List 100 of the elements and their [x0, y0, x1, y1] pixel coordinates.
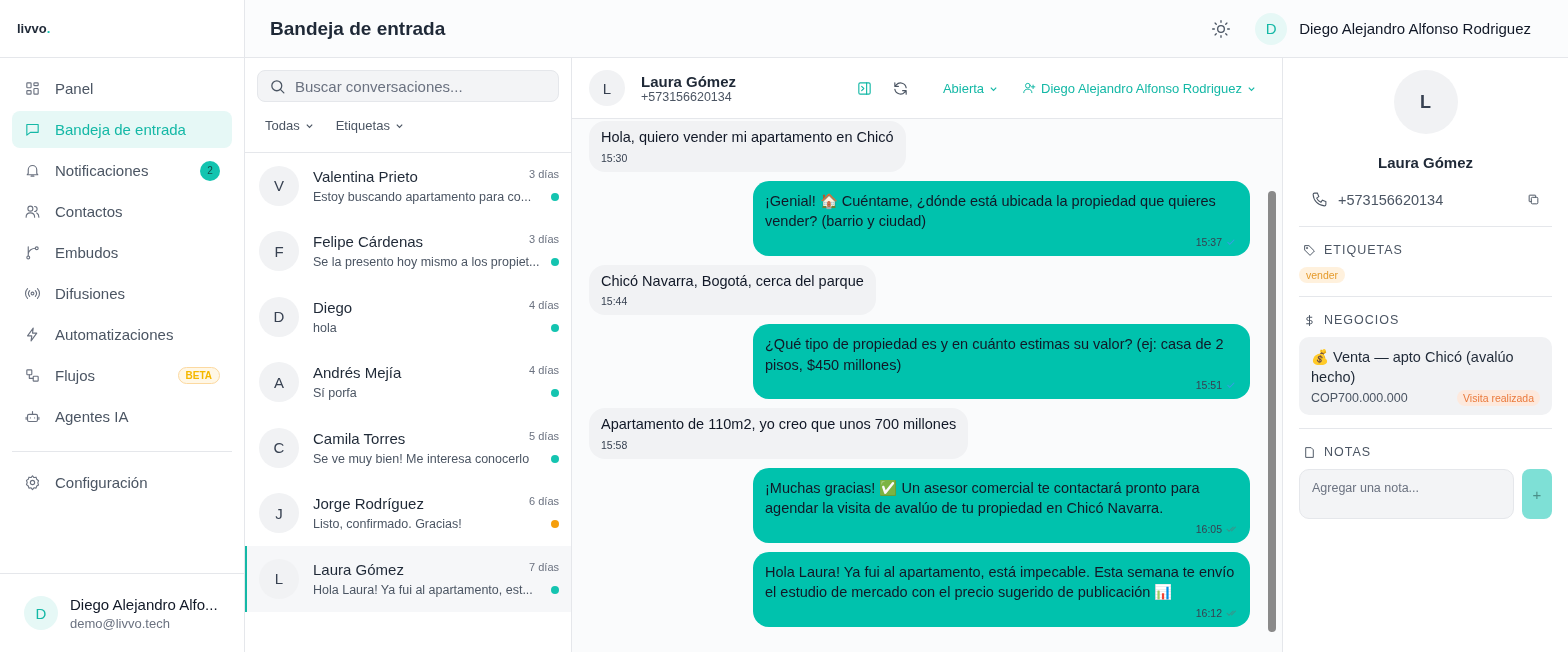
nav-item[interactable]: Embudos	[12, 234, 232, 271]
message-text: Hola Laura! Ya fui al apartamento, está impecable. Esta semana te envío el estudio de mercado con el precio sugerido de publicación 📊	[765, 562, 1236, 602]
message-text: ¡Genial! 🏠 Cuéntame, ¿dónde está ubicada la propiedad que quieres vender? (barrio y ciudad)	[765, 191, 1217, 231]
message-preview: Listo, confirmado. Gracias!	[313, 517, 462, 532]
message-text: Apartamento de 110m2, yo creo que unos 700 millones	[601, 415, 957, 434]
contact-name: Andrés Mejía	[313, 364, 402, 382]
conversation-item[interactable]: D Diego 4 días hola	[245, 284, 571, 350]
contact-name: Valentina Prieto	[313, 167, 418, 185]
contact-avatar: L	[1393, 70, 1458, 134]
message-time: 15:58	[601, 438, 629, 451]
nav-item[interactable]: Contactos	[12, 193, 232, 230]
filter-dropdown[interactable]: Todas	[265, 118, 314, 133]
message-preview: hola	[313, 320, 337, 335]
contact-name: Laura Gómez	[313, 560, 404, 578]
nav-item[interactable]: Flujos BETA	[12, 357, 232, 394]
message-text: Hola, quiero vender mi apartamento en Chicó	[601, 128, 894, 147]
contact-name: Camila Torres	[313, 429, 406, 447]
message-text: ¿Qué tipo de propiedad es y en cuánto estimas su valor? (ej: casa de 2 pisos, $450 millones)	[765, 335, 1225, 375]
time-label: 6 días	[529, 495, 559, 508]
user-avatar: D	[24, 596, 58, 630]
contact-avatar: J	[259, 493, 299, 534]
contact-avatar: V	[259, 165, 299, 206]
time-label: 3 días	[529, 233, 559, 246]
time-label: 3 días	[529, 167, 559, 180]
note-field[interactable]: Agregar una nota...	[1299, 469, 1514, 519]
message-time: 15:37	[1195, 235, 1222, 248]
message-preview: Se ve muy bien! Me interesa conocerlo	[313, 451, 530, 466]
scrollbar-thumb[interactable]	[1268, 191, 1276, 632]
brand-logo: livvo.	[0, 0, 244, 58]
message-preview: Se la presento hoy mismo a los propiet...	[313, 255, 540, 270]
section-title: NEGOCIOS	[1324, 313, 1400, 327]
contact-name: Diego	[313, 298, 353, 316]
nav-icon	[24, 121, 41, 138]
tag-chip: vender	[1299, 267, 1346, 283]
page-title: Bandeja de entrada	[270, 17, 447, 40]
conversation-item[interactable]: F Felipe Cárdenas 3 días Se la presento hoy mismo a los propiet...	[245, 218, 571, 284]
contact-avatar: A	[259, 362, 299, 403]
contact-avatar: F	[259, 231, 299, 272]
contact-phone: +573156620134	[641, 89, 733, 104]
time-label: 7 días	[529, 560, 559, 573]
caret-icon	[394, 121, 404, 130]
message-time: 15:30	[601, 151, 629, 164]
search-icon	[269, 78, 286, 95]
nav-icon	[24, 162, 41, 179]
contact-name: Laura Gómez	[1378, 154, 1473, 171]
dollar-icon	[1303, 313, 1316, 327]
contact-phone: +573156620134	[1338, 191, 1444, 208]
contact-avatar: D	[259, 296, 299, 337]
contact-name: Jorge Rodríguez	[313, 495, 424, 513]
conversation-item[interactable]: A Andrés Mejía 4 días Sí porfa	[245, 349, 571, 415]
conversation-item[interactable]: C Camila Torres 5 días Se ve muy bien! Me interesa conocerlo	[245, 415, 571, 481]
user-name: Diego Alejandro Alfo...	[70, 595, 218, 613]
nav-item[interactable]: Agentes IA	[12, 398, 232, 435]
message-preview: Hola Laura! Ya fui al apartamento, est...	[313, 582, 533, 597]
conversation-item[interactable]: J Jorge Rodríguez 6 días Listo, confirmado. Gracias!	[245, 480, 571, 546]
nav-icon	[24, 203, 41, 220]
conversation-item[interactable]: L Laura Gómez 7 días Hola Laura! Ya fui al apartamento, est...	[245, 546, 571, 612]
message-time: 15:51	[1195, 379, 1222, 391]
note-icon	[1303, 445, 1316, 459]
copy-icon[interactable]	[1527, 193, 1540, 206]
contact-avatar: L	[259, 558, 299, 599]
nav-icon	[24, 80, 41, 97]
user-plus-icon	[1022, 81, 1037, 95]
nav-item[interactable]: Difusiones	[12, 275, 232, 312]
theme-toggle-icon[interactable]	[1211, 18, 1232, 39]
stage-tag: Visita realizada	[1457, 390, 1540, 406]
section-title: ETIQUETAS	[1324, 243, 1403, 257]
deal-card[interactable]: 💰 Venta — apto Chicó (avalúo hecho) COP700.000.000 Visita realizada	[1299, 337, 1552, 415]
nav-icon	[24, 244, 41, 261]
conversation-item[interactable]: V Valentina Prieto 3 días Estoy buscando apartamento para co...	[245, 153, 571, 219]
panel-toggle-icon[interactable]	[855, 79, 873, 97]
message-time: 16:05	[1195, 522, 1222, 535]
refresh-icon[interactable]	[891, 79, 909, 97]
tag-icon	[1303, 243, 1316, 257]
message-time: 15:44	[601, 295, 629, 307]
message-text: ¡Muchas gracias! ✅ Un asesor comercial te contactará pronto para agendar la visita de avalúo de tu propiedad en Chicó Navarra.	[765, 478, 1201, 518]
user-avatar: D	[1255, 12, 1288, 45]
message-preview: Sí porfa	[313, 386, 357, 401]
user-name: Diego Alejandro Alfonso Rodriguez	[1299, 20, 1531, 37]
user-email: demo@livvo.tech	[70, 615, 171, 631]
contact-name: Laura Gómez	[641, 72, 737, 90]
message-time: 16:12	[1195, 606, 1222, 619]
settings-icon	[24, 474, 41, 491]
contact-name: Felipe Cárdenas	[313, 233, 424, 251]
filter-dropdown[interactable]: Etiquetas	[335, 118, 404, 133]
nav-item[interactable]: Automatizaciones	[12, 316, 232, 353]
nav-item[interactable]: Configuración	[12, 464, 232, 501]
nav-item[interactable]: Notificaciones 2	[12, 152, 232, 189]
nav-item[interactable]: Panel	[12, 70, 232, 107]
time-label: 4 días	[529, 298, 559, 311]
message-text: Chicó Navarra, Bogotá, cerca del parque	[601, 271, 864, 291]
count-badge: 2	[200, 160, 220, 181]
nav-icon	[24, 285, 41, 302]
search-field[interactable]: Buscar conversaciones...	[257, 70, 559, 102]
section-title: NOTAS	[1324, 445, 1372, 459]
caret-icon	[304, 121, 314, 130]
nav-icon	[24, 367, 41, 384]
time-label: 5 días	[529, 429, 559, 442]
time-label: 4 días	[529, 364, 559, 377]
message-preview: Estoy buscando apartamento para co...	[313, 189, 532, 204]
